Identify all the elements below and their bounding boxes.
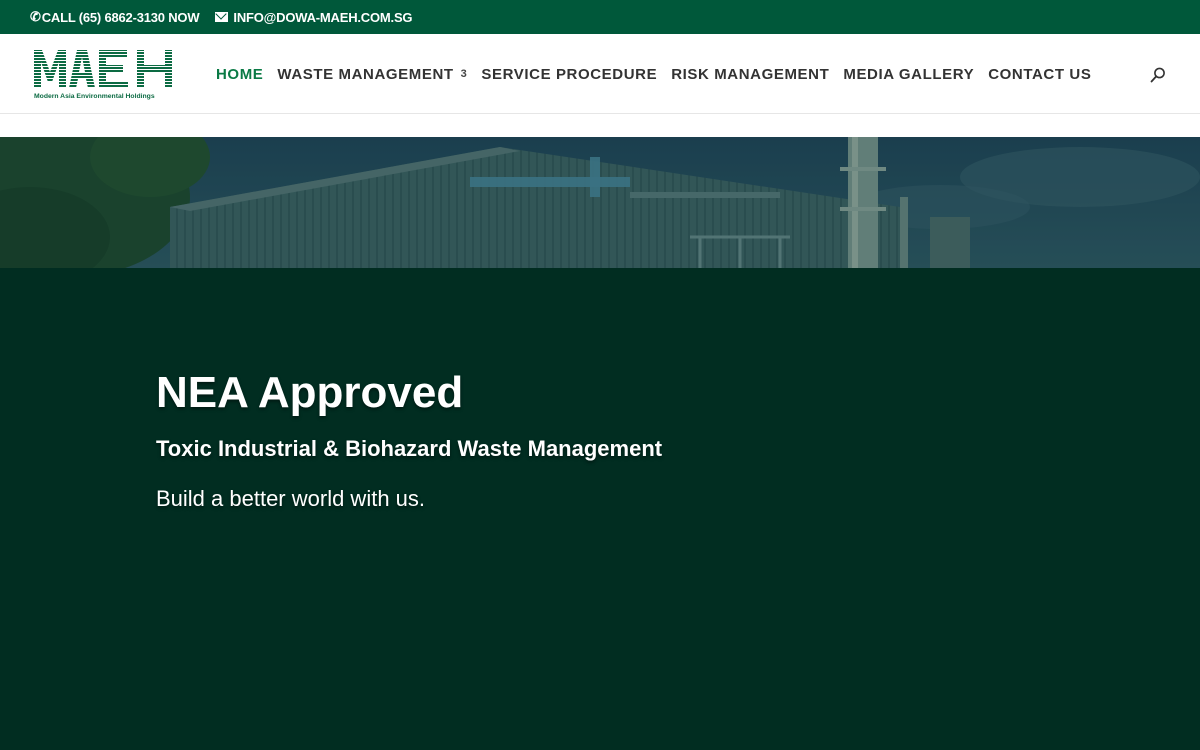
main-nav: HOME WASTE MANAGEMENT 3 SERVICE PROCEDUR… [216, 34, 1105, 114]
nav-media-gallery-label: MEDIA GALLERY [843, 65, 975, 83]
hero-background-image [0, 137, 1200, 268]
nav-media-gallery[interactable]: MEDIA GALLERY [843, 66, 974, 83]
nav-home-label: HOME [216, 65, 264, 83]
chevron-down-icon: 3 [460, 68, 468, 80]
maeh-logo-image: Modern Asia Environmental Holdings [34, 50, 172, 100]
nav-waste-management[interactable]: WASTE MANAGEMENT 3 [277, 66, 467, 83]
hero-section: NEA Approved Toxic Industrial & Biohazar… [0, 268, 1200, 750]
site-header: Modern Asia Environmental Holdings HOME … [0, 34, 1200, 114]
header-spacer [0, 114, 1200, 137]
email-link[interactable]: INFO@DOWA-MAEH.COM.SG [215, 9, 413, 25]
logo-tagline: Modern Asia Environmental Holdings [34, 93, 155, 100]
nav-contact-us[interactable]: CONTACT US [988, 66, 1091, 83]
nav-risk-management-label: RISK MANAGEMENT [671, 65, 830, 83]
site-logo[interactable]: Modern Asia Environmental Holdings [33, 46, 173, 102]
phone-icon: ✆ [30, 9, 41, 24]
email-text: INFO@DOWA-MAEH.COM.SG [233, 9, 413, 25]
nav-service-procedure[interactable]: SERVICE PROCEDURE [481, 66, 657, 83]
nav-waste-management-label: WASTE MANAGEMENT [277, 65, 454, 83]
nav-home[interactable]: HOME [216, 66, 263, 83]
envelope-icon [215, 12, 229, 22]
top-bar: ✆ CALL (65) 6862-3130 NOW INFO@DOWA-MAEH… [0, 0, 1200, 34]
search-icon[interactable] [1150, 67, 1166, 83]
hero-tagline: Build a better world with us. [156, 486, 426, 511]
phone-link[interactable]: ✆ CALL (65) 6862-3130 NOW [30, 9, 200, 25]
nav-service-procedure-label: SERVICE PROCEDURE [481, 65, 658, 83]
hero-subtitle: Toxic Industrial & Biohazard Waste Manag… [156, 436, 663, 461]
nav-contact-us-label: CONTACT US [988, 65, 1092, 83]
phone-text: CALL (65) 6862-3130 NOW [41, 9, 200, 25]
hero-title: NEA Approved [156, 368, 464, 417]
nav-risk-management[interactable]: RISK MANAGEMENT [671, 66, 829, 83]
